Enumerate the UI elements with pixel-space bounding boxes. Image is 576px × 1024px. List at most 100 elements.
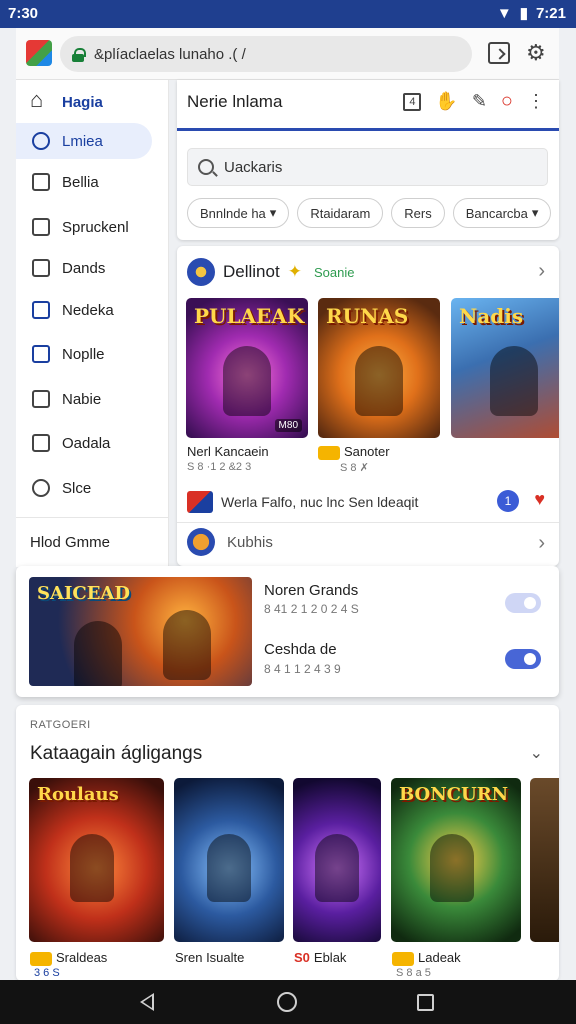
sidebar-item-7[interactable]: Noplle	[16, 336, 169, 372]
section-logo-icon	[187, 258, 215, 286]
sidebar-item-8[interactable]: Nabie	[16, 381, 169, 417]
game-art-title: Nadis	[459, 304, 524, 328]
categories-section: RATGOERI Kataagain ágligangs ⌄ Roulaus B…	[16, 705, 559, 981]
app-logo-icon[interactable]	[26, 40, 52, 66]
chevron-down-icon[interactable]: ⌄	[530, 743, 543, 763]
rating-badge	[30, 951, 52, 966]
home-button-icon[interactable]	[277, 992, 297, 1012]
sidebar-item-label: Hagia	[62, 93, 103, 111]
more-menu-icon[interactable]: ⋮	[527, 91, 545, 112]
character-art	[490, 345, 538, 416]
game-name: Nerl Kancaein	[187, 444, 269, 459]
category-tile[interactable]	[293, 778, 381, 942]
system-nav-bar	[0, 980, 576, 1024]
chevron-right-icon[interactable]: ›	[538, 532, 545, 555]
filter-chip[interactable]: Rers	[391, 198, 445, 228]
tab-icon[interactable]: 4	[403, 92, 422, 111]
tile-name: Sren Isualte	[175, 950, 245, 965]
battery-icon: ▮	[519, 5, 528, 22]
game-tile[interactable]: PULAEAK M80	[186, 298, 308, 438]
main-panel: Nerie lnlama 4 ✋ ✎ ○ ⋮ Uackaris Bnnlnde …	[177, 80, 559, 240]
section-eyebrow: RATGOERI	[30, 719, 91, 731]
tile-art-title: BONCURN	[399, 784, 509, 805]
category-tile[interactable]: BONCURN	[391, 778, 521, 942]
browser-toolbar: &plíaclaelas lunaho .( / ⚙	[16, 28, 559, 80]
sidebar-item-5[interactable]: Dands	[16, 250, 169, 286]
filter-chip[interactable]: Bancarcba ▾	[452, 198, 552, 228]
filter-chip[interactable]: Rtaidaram	[297, 198, 384, 228]
section-header[interactable]: Dellinot ✦ Soanie	[187, 258, 354, 286]
game-tile[interactable]: Nadis	[451, 298, 559, 438]
store-icon	[32, 218, 50, 236]
sidebar: Hagia Lmiea Bellia Spruckenl Dands Nedek…	[16, 80, 169, 567]
promo-row[interactable]: Werla Falfo, nuc lnc Sen ldeaqit 1 ♥	[177, 482, 559, 522]
search-input[interactable]: Uackaris	[187, 148, 548, 186]
featured-section: Dellinot ✦ Soanie › PULAEAK M80 RUNAS Na…	[177, 246, 559, 566]
url-text: &plíaclaelas lunaho .( /	[94, 45, 246, 63]
subsection-row[interactable]: Kubhis	[187, 528, 273, 556]
game-meta: S 8 ✗	[340, 462, 369, 474]
search-icon[interactable]: ○	[501, 90, 513, 113]
page-title: Nerie lnlama	[187, 92, 283, 111]
game-art-title: PULAEAK	[194, 304, 305, 328]
status-icons: ▼ ▮ 7:21	[497, 4, 566, 23]
heart-icon[interactable]: ♥	[534, 489, 545, 510]
subsection-title: Kubhis	[227, 533, 273, 551]
sidebar-item-3[interactable]: Bellia	[16, 164, 169, 200]
banner-art-title: SAICEAD	[37, 583, 131, 604]
sidebar-item-6[interactable]: Nedeka	[16, 292, 169, 328]
chip-label: Rtaidaram	[310, 205, 371, 221]
sidebar-item-label: Noplle	[62, 345, 105, 363]
game-tile[interactable]: RUNAS	[318, 298, 440, 438]
panel-toolbar: 4 ✋ ✎ ○ ⋮	[403, 90, 545, 113]
tile-sub: S 8 a 5	[396, 967, 431, 979]
search-icon	[198, 159, 214, 175]
tile-name-row: S0 Eblak	[294, 950, 346, 965]
sidebar-item-active[interactable]: Lmiea	[16, 123, 152, 159]
character-art	[73, 620, 122, 686]
status-bar: 7:30 ▼ ▮ 7:21	[0, 0, 576, 28]
back-icon[interactable]	[140, 993, 154, 1011]
address-bar[interactable]: &plíaclaelas lunaho .( /	[60, 36, 472, 72]
search-placeholder: Uackaris	[224, 158, 283, 176]
section-tag: Soanie	[313, 264, 355, 280]
sidebar-item-home[interactable]: Hagia	[16, 84, 169, 120]
sidebar-item-9[interactable]: Oadala	[16, 425, 169, 461]
puzzle-icon	[32, 434, 50, 452]
divider	[177, 522, 559, 523]
tile-art-title: Roulaus	[37, 784, 119, 805]
toggle-switch[interactable]	[505, 593, 541, 613]
category-tile[interactable]	[174, 778, 284, 942]
character-art	[162, 609, 211, 680]
tile-name: Sraldeas	[56, 950, 108, 965]
toggle-switch[interactable]	[505, 649, 541, 669]
tile-name: Ladeak	[418, 950, 461, 965]
sidebar-footer[interactable]: Hlod Gmme	[30, 534, 110, 551]
category-tile[interactable]: Roulaus	[29, 778, 164, 942]
sidebar-item-4[interactable]: Spruckenl	[16, 209, 169, 245]
sparkle-icon: ✦	[287, 262, 302, 281]
sidebar-item-10[interactable]: Slce	[16, 470, 169, 506]
hand-icon[interactable]: ✋	[435, 91, 457, 112]
recents-icon[interactable]	[417, 994, 434, 1011]
banner-image[interactable]: SAICEAD	[29, 577, 252, 686]
banner-item-title: Noren Grands	[264, 582, 359, 599]
sidebar-item-label: Dands	[62, 259, 106, 277]
chip-label: Bancarcba	[465, 205, 528, 221]
character-art	[315, 833, 359, 902]
rating-badge	[318, 445, 340, 460]
sidebar-item-label: Spruckenl	[62, 218, 129, 236]
game-meta: S 8 ·1 2 &2 3	[187, 461, 252, 473]
gear-icon[interactable]: ⚙	[526, 42, 548, 64]
promo-text: Werla Falfo, nuc lnc Sen ldeaqit	[221, 494, 419, 510]
game-name: Sanoter	[344, 444, 390, 459]
price-tag: S0	[294, 950, 310, 965]
sidebar-item-label: Nabie	[62, 390, 102, 408]
chevron-right-icon[interactable]: ›	[538, 260, 545, 283]
tile-name: Eblak	[313, 950, 347, 965]
draw-icon[interactable]: ✎	[472, 91, 487, 112]
category-tile[interactable]	[530, 778, 559, 942]
tab-switcher-icon[interactable]	[488, 42, 510, 64]
filter-chip[interactable]: Bnnlnde ha ▾	[187, 198, 290, 228]
character-art	[207, 833, 251, 902]
